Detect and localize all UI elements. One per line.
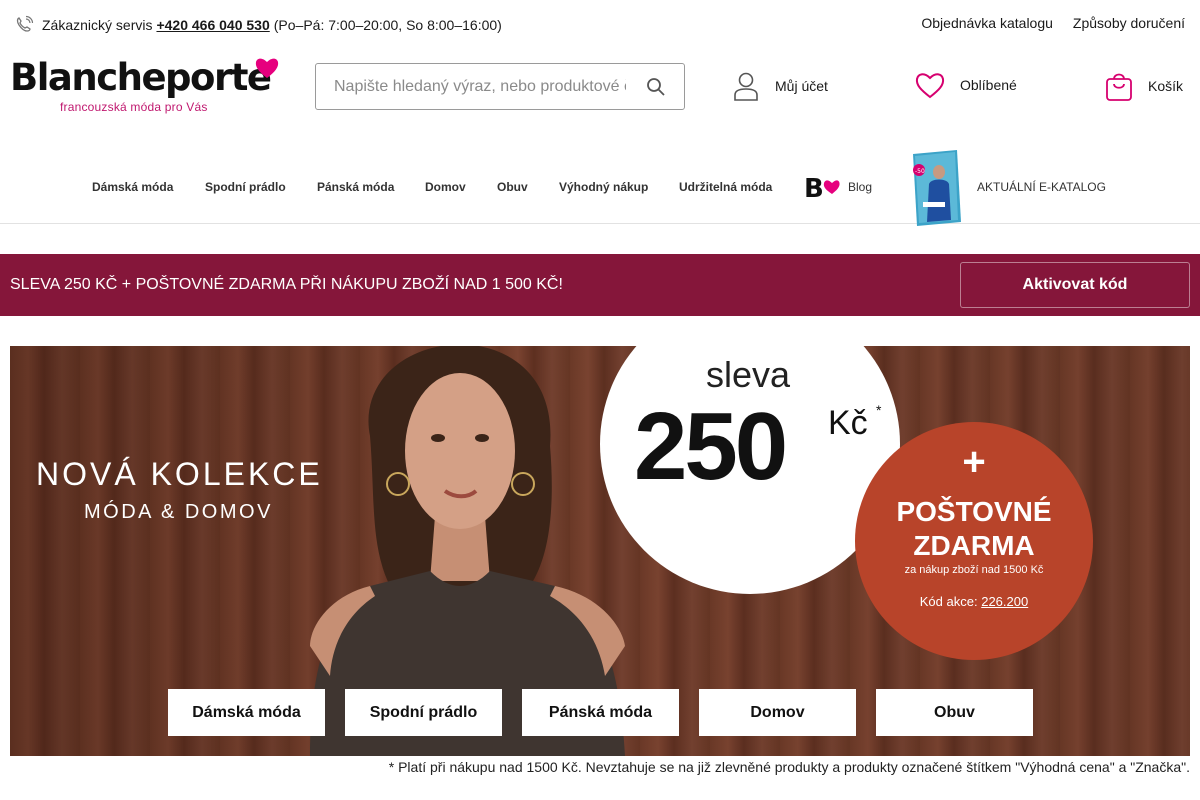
search-box bbox=[315, 63, 685, 110]
nav-item-womens-fashion[interactable]: Dámská móda bbox=[92, 180, 173, 194]
nav-item-shoes[interactable]: Obuv bbox=[497, 180, 528, 194]
nav-item-mens-fashion[interactable]: Pánská móda bbox=[317, 180, 394, 194]
svg-text:B: B bbox=[804, 174, 824, 200]
nav-item-bargain[interactable]: Výhodný nákup bbox=[559, 180, 648, 194]
nav-item-blog[interactable]: B Blog bbox=[804, 174, 872, 200]
promo-footnote: * Platí při nákupu nad 1500 Kč. Nevztahu… bbox=[388, 759, 1190, 775]
support-phone-link[interactable]: +420 466 040 530 bbox=[156, 17, 269, 33]
promo-code-label: Kód akce: bbox=[919, 594, 978, 609]
support-hours: (Po–Pá: 7:00–20:00, So 8:00–16:00) bbox=[273, 17, 502, 33]
search-input[interactable] bbox=[316, 64, 626, 109]
cart-label: Košík bbox=[1148, 78, 1184, 94]
top-bar: Zákaznický servis +420 466 040 530 (Po–P… bbox=[0, 0, 1200, 48]
hero-title: NOVÁ KOLEKCE bbox=[36, 456, 323, 492]
heart-icon bbox=[915, 73, 945, 99]
nav-item-ecatalog[interactable]: AKTUÁLNÍ E-KATALOG bbox=[977, 180, 1106, 194]
shopping-bag-icon bbox=[1106, 73, 1132, 101]
discount-word: sleva bbox=[706, 354, 791, 395]
shipping-note: za nákup zboží nad 1500 Kč bbox=[904, 564, 1044, 576]
favorites-link[interactable]: Oblíbené bbox=[914, 70, 1017, 100]
hero-category-buttons: Dámská móda Spodní prádlo Pánská móda Do… bbox=[168, 689, 1033, 736]
main-navigation: Dámská móda Spodní prádlo Pánská móda Do… bbox=[0, 150, 1200, 226]
hero-button-underwear[interactable]: Spodní prádlo bbox=[345, 689, 502, 736]
free-shipping-badge: + POŠTOVNÉ ZDARMA za nákup zboží nad 150… bbox=[855, 422, 1093, 660]
phone-icon bbox=[16, 15, 34, 32]
support-label: Zákaznický servis bbox=[42, 17, 153, 33]
promo-code-value: 226.200 bbox=[981, 594, 1029, 609]
search-icon[interactable] bbox=[646, 77, 666, 97]
cart-link[interactable]: Košík bbox=[1104, 70, 1183, 102]
blog-label: Blog bbox=[848, 180, 873, 194]
discount-value: 250 bbox=[634, 393, 788, 500]
account-label: Můj účet bbox=[775, 78, 828, 94]
brand-tagline: francouzská móda pro Vás bbox=[60, 100, 208, 114]
hero-subtitle: MÓDA & DOMOV bbox=[84, 501, 273, 523]
promo-code: Kód akce: 226.200 bbox=[855, 594, 1093, 609]
discount-currency: Kč bbox=[828, 404, 868, 442]
hero-button-shoes[interactable]: Obuv bbox=[876, 689, 1033, 736]
account-link[interactable]: Můj účet bbox=[731, 70, 828, 102]
discount-asterisk: * bbox=[876, 402, 882, 418]
plus-sign: + bbox=[962, 440, 986, 484]
hero-button-womens-fashion[interactable]: Dámská móda bbox=[168, 689, 325, 736]
promo-banner: SLEVA 250 KČ + POŠTOVNÉ ZDARMA PŘI NÁKUP… bbox=[0, 254, 1200, 316]
customer-service: Zákaznický servis +420 466 040 530 (Po–P… bbox=[14, 15, 502, 35]
hero-banner[interactable]: NOVÁ KOLEKCE MÓDA & DOMOV sleva 250 Kč *… bbox=[10, 346, 1190, 756]
brand-name: Blancheporte bbox=[10, 56, 272, 99]
catalog-cover-image[interactable]: -50 bbox=[911, 150, 963, 226]
delivery-methods-link[interactable]: Způsoby doručení bbox=[1073, 15, 1185, 31]
blog-logo-icon: B bbox=[804, 174, 840, 200]
catalog-order-link[interactable]: Objednávka katalogu bbox=[921, 15, 1053, 31]
heart-logo-icon bbox=[255, 58, 279, 78]
nav-item-sustainable[interactable]: Udržitelná móda bbox=[679, 180, 772, 194]
shipping-line-2: ZDARMA bbox=[913, 530, 1035, 561]
svg-text:-50: -50 bbox=[915, 168, 925, 175]
activate-code-button[interactable]: Aktivovat kód bbox=[960, 262, 1190, 308]
favorites-label: Oblíbené bbox=[960, 77, 1017, 93]
logo[interactable]: Blancheporte francouzská móda pro Vás bbox=[10, 56, 279, 118]
user-icon bbox=[734, 72, 758, 101]
nav-item-home[interactable]: Domov bbox=[425, 180, 466, 194]
shipping-line-1: POŠTOVNÉ bbox=[896, 496, 1052, 527]
nav-item-underwear[interactable]: Spodní prádlo bbox=[205, 180, 286, 194]
promo-text: SLEVA 250 KČ + POŠTOVNÉ ZDARMA PŘI NÁKUP… bbox=[10, 276, 563, 293]
hero-button-home[interactable]: Domov bbox=[699, 689, 856, 736]
hero-button-mens-fashion[interactable]: Pánská móda bbox=[522, 689, 679, 736]
